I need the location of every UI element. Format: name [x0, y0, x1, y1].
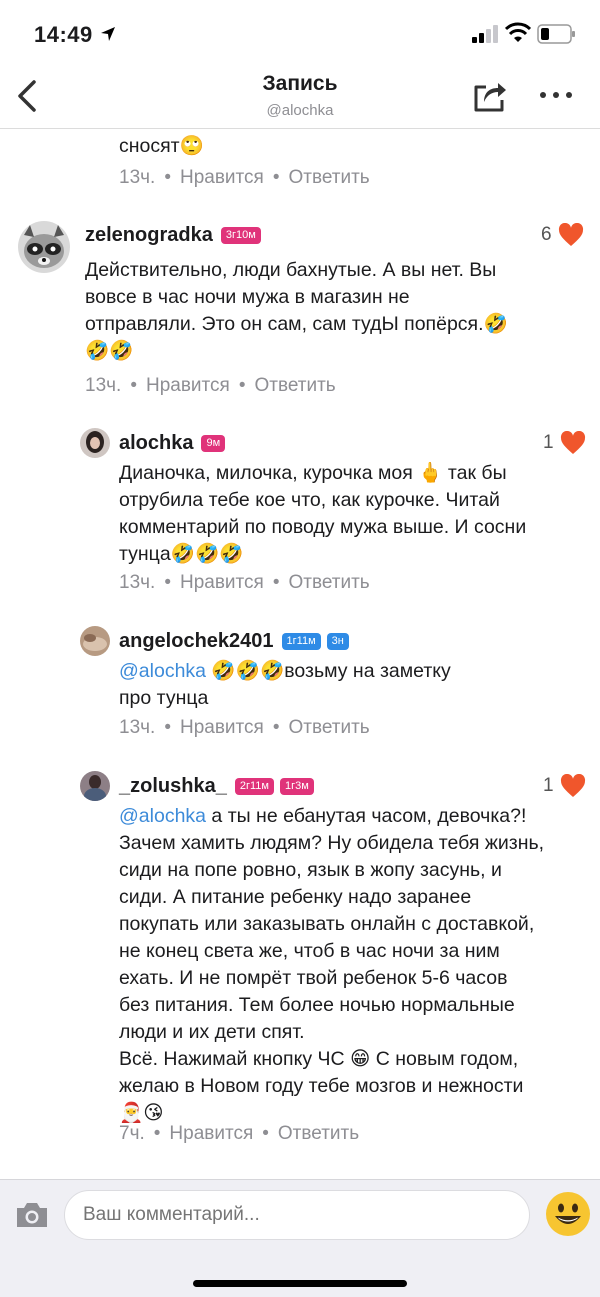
- avatar[interactable]: [80, 771, 110, 801]
- comment-text: Дианочка, милочка, курочка моя 🖕 так бы …: [119, 462, 527, 565]
- like-count: 6: [541, 224, 552, 245]
- avatar[interactable]: [80, 428, 110, 458]
- badge: 3н: [326, 632, 349, 650]
- comment-item: zelenogradka 3г10м 6 Действительно, люди…: [0, 217, 600, 407]
- comment-meta: 7ч. • Нравится • Ответить: [119, 1123, 360, 1145]
- comment-time: 7ч.: [119, 1123, 145, 1144]
- badge: 3г10м: [220, 226, 261, 244]
- like-link[interactable]: Нравится: [180, 167, 264, 189]
- comment-item: сносят🙄 13ч. • Нравится • Ответить: [0, 129, 600, 199]
- like-link[interactable]: Нравится: [169, 1123, 253, 1145]
- status-bar: 14:49: [0, 0, 600, 70]
- comment-item: alochka 9м 1 Дианочка, милочка, курочка …: [0, 426, 600, 606]
- avatar[interactable]: [80, 626, 110, 656]
- badge: 1г11м: [281, 632, 321, 650]
- comment-text: @alochka а ты не ебанутая часом, девочка…: [119, 805, 545, 1124]
- comment-text: Действительно, люди бахнутые. А вы нет. …: [85, 259, 508, 362]
- status-time: 14:49: [34, 22, 93, 47]
- comment-meta: 13ч. • Нравится • Ответить: [119, 572, 370, 594]
- like-counter: 1: [543, 772, 586, 800]
- comment-text: @alochka 🤣🤣🤣возьму на заметку про тунца: [119, 660, 451, 709]
- comment-header: angelochek2401 1г11м 3н: [119, 627, 349, 655]
- comment-feed[interactable]: сносят🙄 13ч. • Нравится • Ответить zelen…: [0, 129, 600, 1179]
- username[interactable]: angelochek2401: [119, 630, 274, 653]
- like-count: 1: [543, 432, 554, 453]
- page-title: Запись: [262, 72, 338, 95]
- comment-time: 13ч.: [85, 375, 122, 396]
- home-indicator: [193, 1280, 407, 1287]
- like-counter: 1: [543, 429, 586, 457]
- comment-text: сносят🙄: [119, 135, 204, 157]
- comment-time: 13ч.: [119, 572, 156, 593]
- raccoon-avatar-icon: [18, 221, 70, 273]
- like-link[interactable]: Нравится: [180, 717, 264, 739]
- comment-item: _zolushka_ 2г11м 1г3м 1 @alochka а ты не…: [0, 769, 600, 1149]
- like-count: 1: [543, 775, 554, 796]
- location-arrow-icon: [101, 27, 115, 41]
- username[interactable]: zelenogradka: [85, 224, 213, 247]
- heart-icon[interactable]: [560, 774, 586, 798]
- mention-link[interactable]: @alochka: [119, 660, 206, 682]
- reply-link[interactable]: Ответить: [278, 1123, 359, 1145]
- more-dots-icon[interactable]: [538, 90, 574, 100]
- comment-meta: 13ч. • Нравится • Ответить: [119, 717, 370, 739]
- reply-link[interactable]: Ответить: [288, 167, 369, 189]
- wifi-icon: [505, 22, 531, 42]
- reply-link[interactable]: Ответить: [254, 375, 335, 397]
- badge: 2г11м: [234, 777, 274, 795]
- comment-item: angelochek2401 1г11м 3н @alochka 🤣🤣🤣возь…: [0, 624, 600, 754]
- mention-link[interactable]: @alochka: [119, 805, 206, 827]
- username[interactable]: _zolushka_: [119, 775, 227, 798]
- smiley-emoji-icon[interactable]: [544, 1190, 592, 1238]
- comment-header: zelenogradka 3г10м: [85, 221, 261, 249]
- heart-icon[interactable]: [560, 431, 586, 455]
- battery-icon: [537, 24, 575, 44]
- signal-icon: [472, 25, 498, 43]
- badge: 9м: [201, 434, 226, 452]
- page-subtitle: @alochka: [266, 102, 334, 119]
- avatar[interactable]: [18, 221, 70, 273]
- comment-time: 13ч.: [119, 167, 156, 188]
- nav-bar: Запись @alochka: [0, 68, 600, 128]
- comment-header: alochka 9м: [119, 429, 226, 457]
- camera-icon[interactable]: [14, 1200, 50, 1230]
- comment-input[interactable]: [64, 1190, 530, 1240]
- username[interactable]: alochka: [119, 432, 193, 455]
- like-counter: 6: [541, 221, 584, 249]
- reply-link[interactable]: Ответить: [288, 572, 369, 594]
- comment-time: 13ч.: [119, 717, 156, 738]
- comment-meta: 13ч. • Нравится • Ответить: [119, 167, 370, 189]
- heart-icon[interactable]: [558, 223, 584, 247]
- share-icon[interactable]: [472, 78, 508, 114]
- comment-header: _zolushka_ 2г11м 1г3м: [119, 772, 314, 800]
- comment-meta: 13ч. • Нравится • Ответить: [85, 375, 336, 397]
- like-link[interactable]: Нравится: [180, 572, 264, 594]
- badge: 1г3м: [279, 777, 314, 795]
- reply-link[interactable]: Ответить: [288, 717, 369, 739]
- like-link[interactable]: Нравится: [146, 375, 230, 397]
